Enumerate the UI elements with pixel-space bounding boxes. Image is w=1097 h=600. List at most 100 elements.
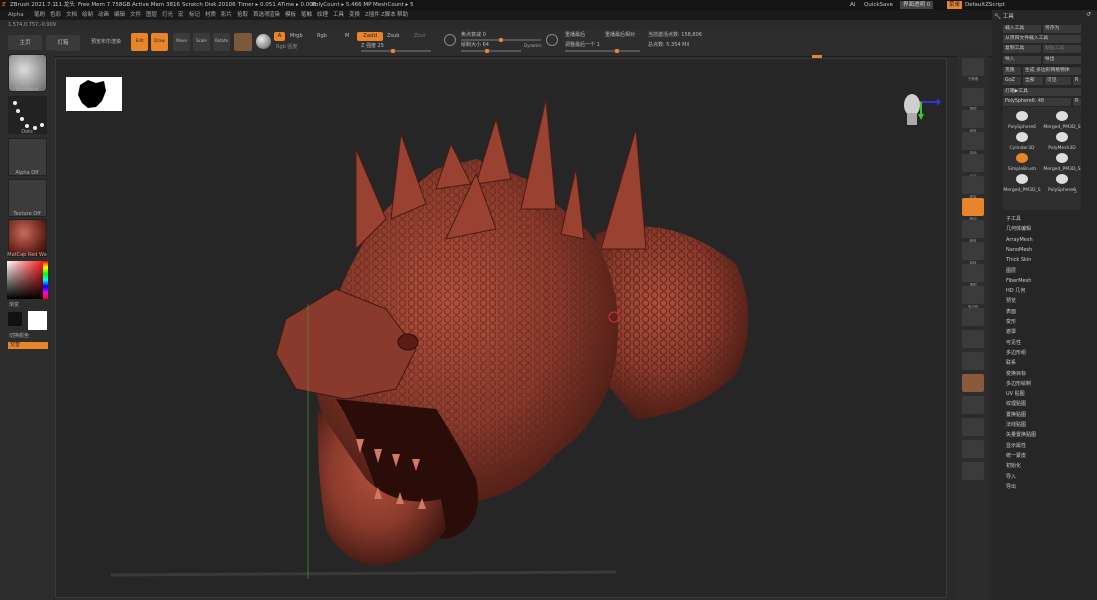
menu-22[interactable]: Z插件	[365, 10, 380, 20]
subpalette-5[interactable]: 图层	[1006, 267, 1016, 275]
shelf-extra-button-1[interactable]	[962, 330, 984, 348]
copy-tool-button[interactable]: 复制工具	[1003, 45, 1041, 53]
rotate-button[interactable]: Rotate	[213, 33, 230, 51]
subpalette-7[interactable]: HD 几何	[1006, 287, 1025, 295]
subpalette-9[interactable]: 表面	[1006, 308, 1016, 316]
menus-button[interactable]: 菜单	[947, 1, 963, 9]
menu-6[interactable]: 编辑	[114, 10, 125, 20]
focal-shift-track[interactable]	[461, 38, 541, 42]
shelf-extra-button-3[interactable]	[962, 374, 984, 392]
subpalette-25[interactable]: 导入	[1006, 473, 1016, 481]
z-intensity-slider[interactable]: Z 强度 25	[361, 43, 384, 50]
draw-button[interactable]: Draw	[151, 33, 168, 51]
subpalette-20[interactable]: 法线贴图	[1006, 421, 1026, 429]
dynamic-toggle[interactable]: Dynamic	[524, 42, 542, 49]
subpalette-2[interactable]: ArrayMesh	[1006, 236, 1033, 244]
menu-18[interactable]: 笔触	[301, 10, 312, 20]
menu-13[interactable]: 影片	[221, 10, 232, 20]
rgb-toggle[interactable]: Rgb	[317, 33, 327, 40]
subpalette-13[interactable]: 多边形组	[1006, 349, 1026, 357]
shelf-button-6[interactable]: 移动	[962, 198, 984, 221]
shelf-button-9[interactable]: 透明	[962, 264, 984, 287]
material-swatch-button[interactable]	[234, 33, 252, 51]
clone-button[interactable]: 克隆	[1003, 67, 1021, 75]
move-button[interactable]: Move	[173, 33, 190, 51]
subpalette-8[interactable]: 预览	[1006, 297, 1016, 305]
tool-thumb-3[interactable]: PolyMesh3D	[1043, 130, 1081, 151]
menu-2[interactable]: 色彩	[50, 10, 61, 20]
goz-all-button[interactable]: 全部	[1023, 77, 1043, 85]
shelf-button-10[interactable]: 多边形	[962, 286, 984, 309]
menu-21[interactable]: 变换	[349, 10, 360, 20]
menu-8[interactable]: 图层	[146, 10, 157, 20]
subpalette-4[interactable]: Thick Skin	[1006, 256, 1031, 264]
subpalette-17[interactable]: UV 贴图	[1006, 390, 1025, 398]
alternate-button[interactable]: 交替	[8, 342, 48, 349]
subpalette-23[interactable]: 统一蒙皮	[1006, 452, 1026, 460]
goz-r-button[interactable]: R	[1073, 77, 1081, 85]
focal-shift-thumb[interactable]	[499, 38, 503, 42]
subpalette-3[interactable]: NanoMesh	[1006, 246, 1032, 254]
quicksave-button[interactable]: QuickSave	[864, 0, 893, 10]
z-intensity-track[interactable]	[361, 49, 431, 53]
shelf-extra-button-2[interactable]	[962, 352, 984, 370]
tool-thumb-1[interactable]: Merged_PM3D_S	[1043, 109, 1081, 130]
adjust-last-thumb[interactable]	[615, 49, 619, 53]
shelf-button-0[interactable]: 子像素	[962, 58, 984, 81]
hue-strip[interactable]	[43, 261, 48, 299]
goz-button[interactable]: GoZ	[1003, 77, 1021, 85]
palette-dock-icon[interactable]: ↺	[1086, 11, 1091, 18]
menu-19[interactable]: 纹理	[317, 10, 328, 20]
subpalette-12[interactable]: 可见性	[1006, 339, 1021, 347]
lightbox-button[interactable]: 灯箱	[46, 35, 80, 51]
menu-12[interactable]: 材质	[205, 10, 216, 20]
shelf-button-5[interactable]: 框架	[962, 176, 984, 199]
goz-visible-button[interactable]: 可见	[1045, 77, 1071, 85]
m-toggle[interactable]: M	[345, 33, 349, 40]
load-tool-button[interactable]: 载入工具	[1003, 25, 1041, 33]
shelf-extra-button-6[interactable]	[962, 440, 984, 458]
lightbox-tools-button[interactable]: 灯箱▶工具	[1003, 88, 1081, 96]
subpalette-0[interactable]: 子工具	[1006, 215, 1021, 223]
subpalette-11[interactable]: 遮罩	[1006, 328, 1016, 336]
menu-23[interactable]: Z脚本	[381, 10, 396, 20]
shelf-button-7[interactable]: 缩放	[962, 220, 984, 243]
subpalette-1[interactable]: 几何体编辑	[1006, 225, 1031, 233]
tool-thumb-2[interactable]: Cylinder3D	[1003, 130, 1041, 151]
menu-1[interactable]: 笔刷	[34, 10, 45, 20]
home-button[interactable]: 主页	[8, 35, 42, 51]
export-button[interactable]: 导出	[1043, 56, 1081, 64]
subpalette-14[interactable]: 联系	[1006, 359, 1016, 367]
ai-button[interactable]: AI	[850, 0, 855, 10]
current-tool-slider[interactable]: PolySphere6. 48	[1003, 98, 1071, 106]
secondary-color-swatch[interactable]	[8, 312, 22, 326]
menu-14[interactable]: 拾取	[237, 10, 248, 20]
shelf-extra-button-4[interactable]	[962, 396, 984, 414]
adjust-last-slider[interactable]: 调整最后一个 1	[565, 42, 600, 49]
color-picker[interactable]	[7, 261, 47, 299]
focal-shift-slider[interactable]: 焦点衰减 0	[461, 32, 486, 39]
menu-5[interactable]: 动画	[98, 10, 109, 20]
head-navigator[interactable]	[901, 89, 923, 129]
subpalette-21[interactable]: 矢量置换贴图	[1006, 431, 1036, 439]
shelf-button-8[interactable]: 旋转	[962, 242, 984, 265]
canvas-viewport[interactable]	[55, 58, 947, 598]
make-polymesh-button[interactable]: 生成 多边形网格物体	[1023, 67, 1081, 75]
shelf-button-2[interactable]: 地板	[962, 110, 984, 133]
subpalette-19[interactable]: 置换贴图	[1006, 411, 1026, 419]
tool-thumb-5[interactable]: Merged_PM3D_S	[1043, 151, 1081, 172]
subpalette-18[interactable]: 纹理贴图	[1006, 400, 1026, 408]
import-button[interactable]: 导入	[1003, 56, 1041, 64]
subpalette-15[interactable]: 变换目标	[1006, 370, 1026, 378]
rgb-intensity-slider[interactable]: Rgb 强度	[276, 44, 297, 51]
subpalette-22[interactable]: 显示属性	[1006, 442, 1026, 450]
subpalette-6[interactable]: FiberMesh	[1006, 277, 1031, 285]
zadd-toggle[interactable]: Zadd	[357, 32, 383, 41]
menu-15[interactable]: 首选项	[253, 10, 270, 20]
live-boolean-button[interactable]: 预览布尔渲染	[91, 39, 121, 46]
shelf-button-1[interactable]: 透视	[962, 88, 984, 111]
load-from-project-button[interactable]: 从项目文件载入工具	[1003, 35, 1081, 43]
menu-7[interactable]: 文件	[130, 10, 141, 20]
menu-16[interactable]: 渲染	[269, 10, 280, 20]
menu-24[interactable]: 帮助	[397, 10, 408, 20]
